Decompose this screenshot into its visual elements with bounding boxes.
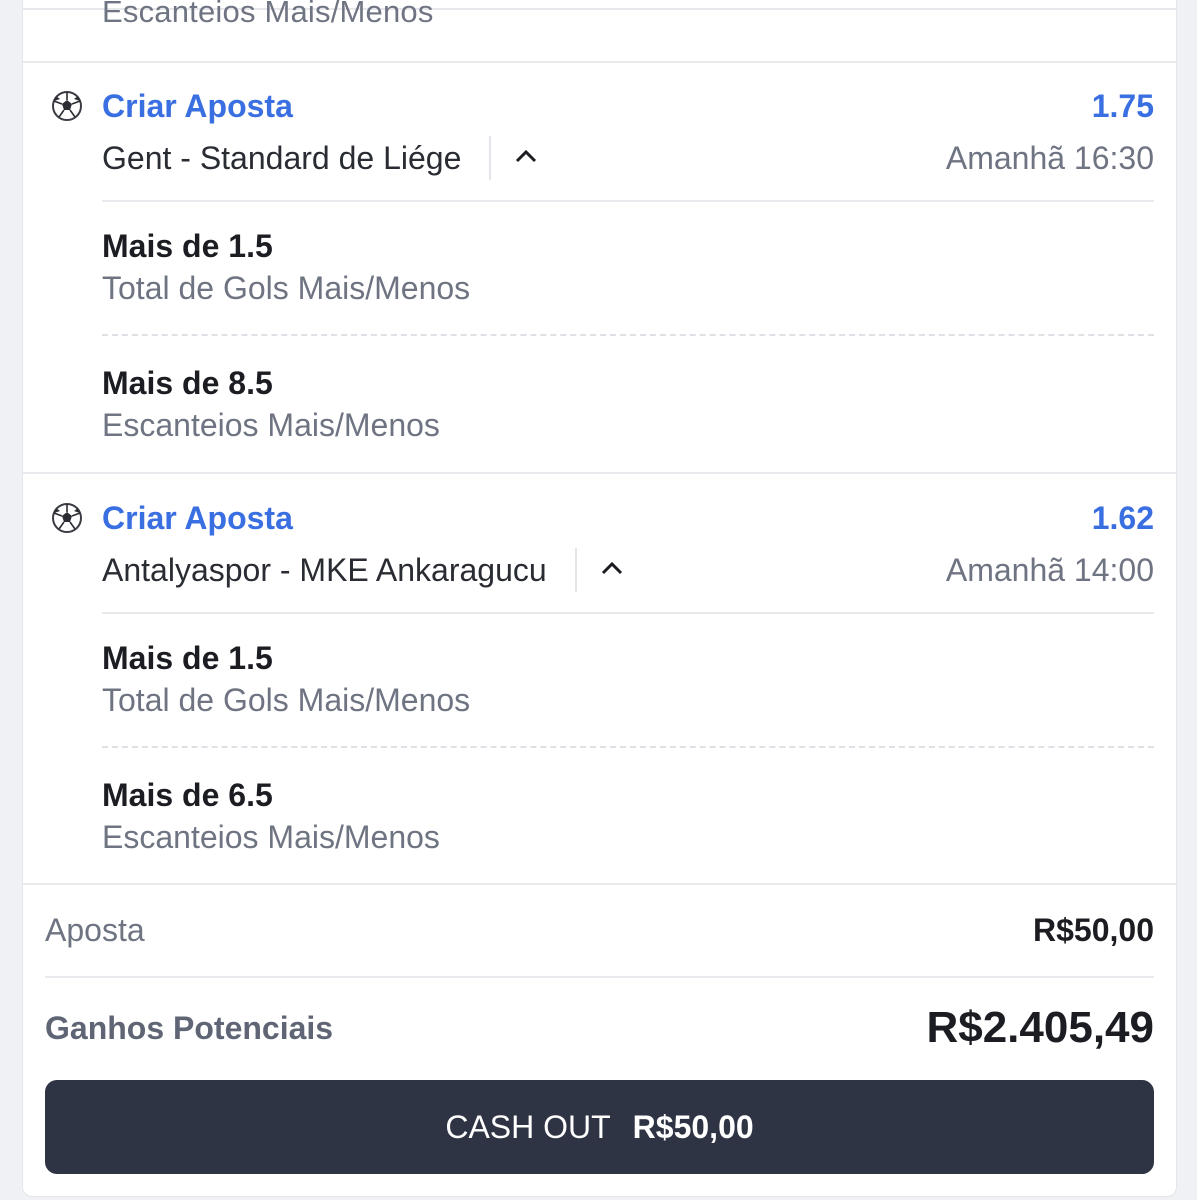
selection-market: Escanteios Mais/Menos bbox=[102, 819, 440, 855]
cash-out-amount: R$50,00 bbox=[632, 1108, 754, 1145]
selection-item: Mais de 1.5 Total de Gols Mais/Menos bbox=[102, 638, 1154, 722]
create-bet-title: Criar Aposta bbox=[102, 88, 293, 124]
selection-name: Mais de 8.5 bbox=[102, 365, 273, 401]
match-row: Gent - Standard de Liége Amanhã 16:30 bbox=[102, 136, 1154, 192]
selection-market: Escanteios Mais/Menos bbox=[102, 407, 440, 443]
selection-name: Mais de 1.5 bbox=[102, 228, 273, 264]
selection-market: Total de Gols Mais/Menos bbox=[102, 270, 471, 306]
match-time: Amanhã 16:30 bbox=[945, 140, 1154, 176]
match-row: Antalyaspor - MKE Ankaragucu Amanhã 14:0… bbox=[102, 548, 1154, 604]
chevron-up-icon bbox=[601, 561, 622, 575]
vertical-divider bbox=[574, 548, 577, 592]
collapse-leg-button[interactable] bbox=[591, 548, 631, 592]
leg-odds: 1.75 bbox=[1091, 88, 1154, 124]
dashed-divider bbox=[102, 746, 1154, 748]
selection-market: Escanteios Mais/Menos bbox=[102, 0, 434, 29]
soccer-ball-icon bbox=[52, 503, 82, 533]
dashed-divider bbox=[102, 334, 1154, 336]
stake-value: R$50,00 bbox=[1033, 912, 1154, 948]
selection-item: Mais de 8.5 Escanteios Mais/Menos bbox=[102, 363, 1154, 447]
selection-name: Mais de 1.5 bbox=[102, 640, 273, 676]
match-divider bbox=[102, 200, 1154, 202]
cash-out-label: CASH OUT bbox=[445, 1108, 611, 1145]
collapse-leg-button[interactable] bbox=[505, 136, 545, 180]
selection-market: Total de Gols Mais/Menos bbox=[102, 682, 471, 718]
selection-name: Mais de 6.5 bbox=[102, 777, 273, 813]
match-name: Antalyaspor - MKE Ankaragucu bbox=[102, 552, 547, 588]
leg-divider bbox=[23, 472, 1176, 474]
leg-odds: 1.62 bbox=[1091, 500, 1154, 536]
create-bet-title: Criar Aposta bbox=[102, 500, 293, 536]
cash-out-button[interactable]: CASH OUT R$50,00 bbox=[45, 1080, 1154, 1174]
potential-winnings-value: R$2.405,49 bbox=[926, 1003, 1154, 1052]
chevron-up-icon bbox=[516, 149, 537, 163]
summary-row-divider bbox=[45, 976, 1154, 978]
selection-item: Mais de 1.5 Total de Gols Mais/Menos bbox=[102, 226, 1154, 310]
match-divider bbox=[102, 612, 1154, 614]
bet-slip-card: Escanteios Mais/Menos Criar Aposta 1.75 … bbox=[22, 0, 1177, 1197]
stake-label: Aposta bbox=[45, 912, 145, 948]
match-name: Gent - Standard de Liége bbox=[102, 140, 462, 176]
leg-header: Criar Aposta 1.75 bbox=[23, 88, 1176, 128]
leg-header: Criar Aposta 1.62 bbox=[23, 500, 1176, 540]
summary-divider bbox=[23, 883, 1176, 885]
potential-winnings-label: Ganhos Potenciais bbox=[45, 1010, 334, 1046]
vertical-divider bbox=[489, 136, 492, 180]
leg-divider bbox=[23, 61, 1176, 63]
selection-item: Mais de 6.5 Escanteios Mais/Menos bbox=[102, 775, 1154, 859]
match-time: Amanhã 14:00 bbox=[945, 552, 1154, 588]
soccer-ball-icon bbox=[52, 91, 82, 121]
